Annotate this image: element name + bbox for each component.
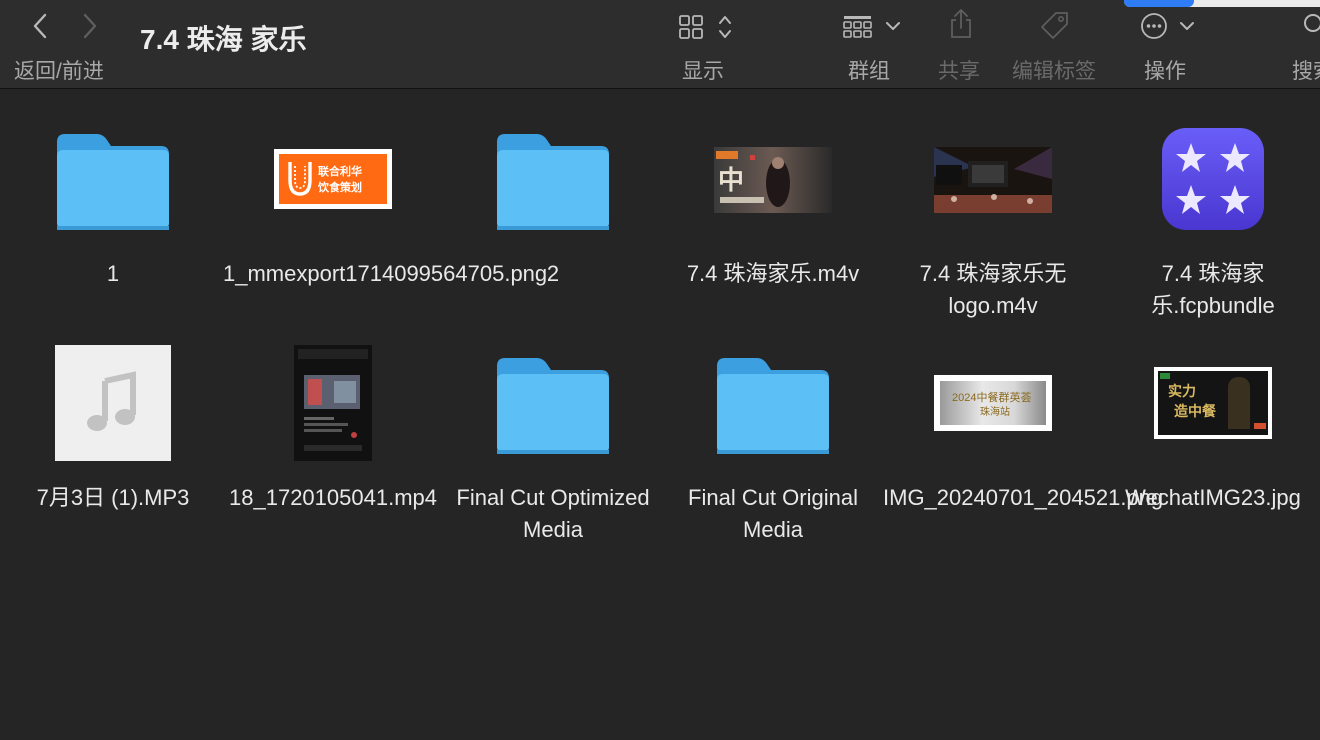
file-item[interactable]: 1 (3, 120, 223, 330)
folder-icon (497, 358, 609, 454)
thumbnail-text: 实力 (1168, 383, 1196, 399)
top-edge-strip (1124, 0, 1320, 7)
unilever-logo-icon (288, 162, 312, 196)
folder-icon (57, 134, 169, 230)
finder-toolbar: 返回/前进 7.4 珠海 家乐 显示 群组 共享 编辑标签 操作 搜 (0, 0, 1320, 89)
tag-icon[interactable] (1038, 9, 1072, 41)
icon-view-grid-icon[interactable] (678, 13, 738, 41)
file-name: WechatIMG23.jpg (1125, 485, 1301, 510)
action-ellipsis-icon[interactable] (1140, 11, 1202, 41)
file-name: 18_1720105041.mp4 (229, 485, 437, 510)
group-label: 群组 (848, 60, 890, 83)
music-note-icon (55, 345, 171, 461)
search-icon[interactable] (1302, 12, 1320, 40)
thumbnail-text: 造中餐 (1174, 403, 1216, 419)
file-item[interactable]: 7月3日 (1).MP3 (3, 345, 223, 555)
video-thumbnail: 中 (714, 147, 832, 213)
file-item[interactable]: 联合利华 饮食策划 1_mmexport1714099564705.png (223, 120, 548, 330)
image-thumbnail: 实力 造中餐 (1154, 367, 1272, 439)
file-item[interactable]: 7.4 珠海家乐无logo.m4v (883, 120, 1103, 330)
nav-label: 返回/前进 (14, 60, 104, 83)
file-item[interactable]: 18_1720105041.mp4 (223, 345, 443, 555)
action-label: 操作 (1144, 60, 1186, 83)
window-title: 7.4 珠海 家乐 (140, 24, 307, 55)
edit-tags-label: 编辑标签 (1012, 60, 1096, 83)
file-name: 7.4 珠海家乐.fcpbundle (1151, 261, 1275, 318)
group-icon[interactable] (842, 13, 904, 41)
image-thumbnail: 2024中餐群英荟 珠海站 (934, 375, 1052, 431)
file-name: Final Cut Optimized Media (456, 485, 650, 542)
file-name: 7月3日 (1).MP3 (36, 485, 190, 510)
file-name: 2 (546, 261, 560, 286)
file-item[interactable]: 2024中餐群英荟 珠海站 IMG_20240701_204521.png (883, 345, 1164, 555)
thumbnail-text: 珠海站 (980, 407, 1010, 418)
back-chevron-icon[interactable] (30, 12, 50, 40)
thumbnail-text: 联合利华 (318, 166, 362, 178)
file-item[interactable]: Final Cut Original Media (663, 345, 883, 555)
fcpbundle-stars-icon (1162, 128, 1264, 230)
top-edge-blue-strip (1124, 0, 1194, 7)
video-thumbnail (294, 345, 372, 461)
file-item[interactable]: 2 (443, 120, 663, 330)
file-name: 7.4 珠海家乐无logo.m4v (919, 261, 1067, 318)
file-item[interactable]: 实力 造中餐 WechatIMG23.jpg (1103, 345, 1320, 555)
video-thumbnail (934, 147, 1052, 213)
file-name: 1_mmexport1714099564705.png (223, 261, 548, 286)
share-icon[interactable] (948, 8, 974, 40)
svg-text:中: 中 (718, 166, 744, 196)
file-item[interactable]: 中 7.4 珠海家乐.m4v (663, 120, 883, 330)
file-name: 7.4 珠海家乐.m4v (686, 261, 860, 286)
file-name: 1 (106, 261, 120, 286)
view-label: 显示 (682, 60, 724, 83)
file-item[interactable]: 7.4 珠海家乐.fcpbundle (1103, 120, 1320, 330)
folder-icon (497, 134, 609, 230)
share-label: 共享 (938, 60, 980, 83)
image-thumbnail: 联合利华 饮食策划 (274, 149, 392, 209)
thumbnail-text: 饮食策划 (318, 182, 362, 194)
forward-chevron-icon[interactable] (80, 12, 100, 40)
search-label-clip: 搜索 (1292, 55, 1320, 85)
search-label: 搜索 (1292, 60, 1320, 83)
file-name: Final Cut Original Media (688, 485, 858, 542)
file-name: IMG_20240701_204521.png (883, 485, 1164, 510)
file-item[interactable]: Final Cut Optimized Media (443, 345, 663, 555)
folder-icon (717, 358, 829, 454)
